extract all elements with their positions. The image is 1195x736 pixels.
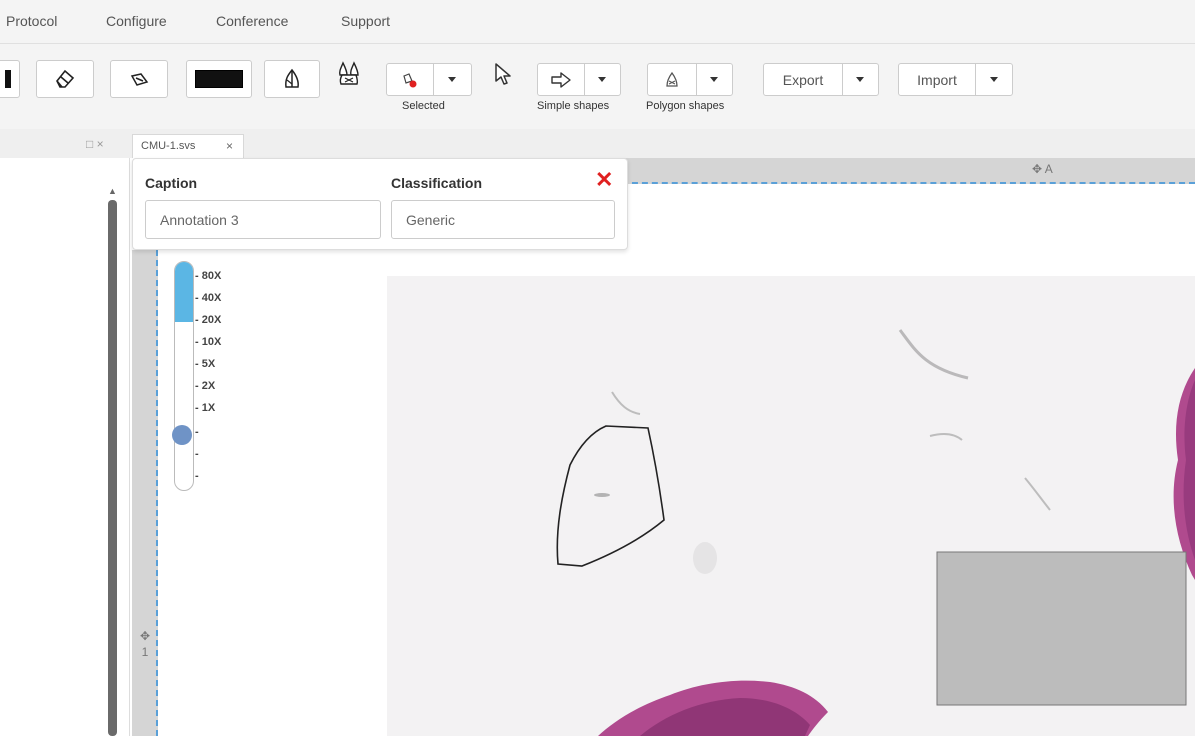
- debris-spot: [693, 542, 717, 574]
- zoom-level-tick[interactable]: -: [195, 470, 199, 482]
- zoom-level-80x[interactable]: - 80X: [195, 270, 221, 282]
- rectangle-annotation[interactable]: [936, 551, 1187, 706]
- zoom-level-2x[interactable]: - 2X: [195, 380, 215, 392]
- zoom-slider-fill: [175, 262, 193, 322]
- debris-streak: [898, 329, 969, 380]
- zoom-level-40x[interactable]: - 40X: [195, 292, 221, 304]
- zoom-level-1x[interactable]: - 1X: [195, 402, 215, 414]
- zoom-level-5x[interactable]: - 5X: [195, 358, 215, 370]
- classification-label: Classification: [391, 175, 483, 191]
- classification-input[interactable]: [391, 200, 615, 239]
- debris-streak: [1024, 477, 1051, 511]
- zoom-slider-track[interactable]: [174, 261, 194, 491]
- zoom-slider-thumb[interactable]: [172, 425, 192, 445]
- close-icon[interactable]: ✕: [595, 169, 613, 191]
- debris-spot: [594, 493, 610, 497]
- debris-streak: [929, 432, 963, 441]
- zoom-level-tick[interactable]: -: [195, 426, 199, 438]
- zoom-level-20x[interactable]: - 20X: [195, 314, 221, 326]
- caption-input[interactable]: [145, 200, 381, 239]
- zoom-level-10x[interactable]: - 10X: [195, 336, 221, 348]
- freehand-annotation[interactable]: [556, 425, 665, 567]
- zoom-level-tick[interactable]: -: [195, 448, 199, 460]
- caption-label: Caption: [145, 175, 198, 191]
- annotation-properties-popup: Caption Classification ✕: [132, 158, 628, 250]
- debris-streak: [611, 391, 641, 415]
